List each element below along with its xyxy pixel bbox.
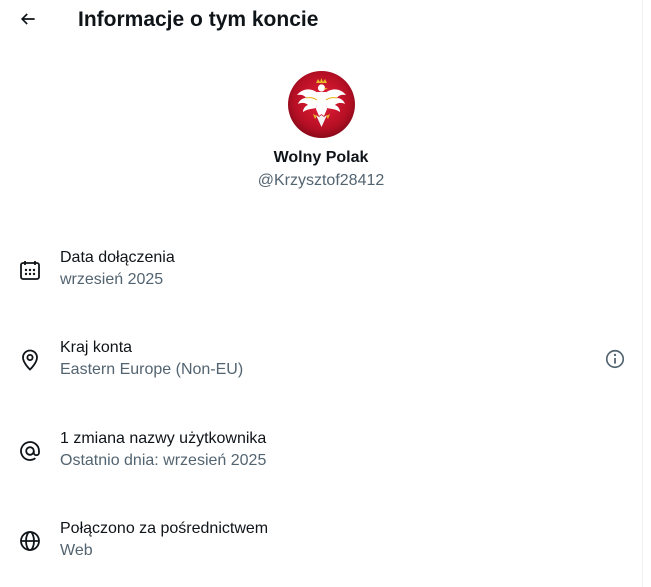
connected-via-label: Połączono za pośrednictwem: [60, 520, 269, 537]
detail-row-username-changes: 1 zmiana nazwy użytkownika Ostatnio dnia…: [0, 429, 642, 489]
page-title: Informacje o tym koncie: [78, 8, 319, 31]
arrow-left-icon: [20, 13, 35, 25]
info-icon[interactable]: [604, 348, 626, 370]
detail-row-connected-via: Połączono za pośrednictwem Web: [0, 519, 642, 579]
username-changes-label: 1 zmiana nazwy użytkownika: [60, 430, 267, 447]
account-country-value: Eastern Europe (Non-EU): [60, 361, 244, 378]
calendar-icon: [20, 261, 40, 280]
polish-eagle-avatar: [288, 71, 355, 138]
display-name: Wolny Polak: [273, 149, 369, 166]
join-date-value: wrzesień 2025: [60, 271, 164, 288]
location-pin-icon: [22, 349, 38, 371]
user-handle: @Krzysztof28412: [257, 172, 385, 189]
avatar[interactable]: [288, 71, 355, 138]
page-header: Informacje o tym koncie: [0, 0, 642, 40]
at-sign-icon: [20, 441, 40, 461]
account-info-page: Informacje o tym koncie Wolny Polak @Krz…: [0, 0, 651, 587]
globe-icon: [20, 531, 40, 551]
back-button[interactable]: [14, 5, 42, 33]
column-divider: [642, 0, 643, 587]
connected-via-value: Web: [60, 542, 93, 559]
username-changes-value: Ostatnio dnia: wrzesień 2025: [60, 452, 267, 469]
detail-row-join-date: Data dołączenia wrzesień 2025: [0, 248, 642, 308]
account-country-label: Kraj konta: [60, 339, 133, 356]
join-date-label: Data dołączenia: [60, 249, 175, 266]
detail-row-account-country: Kraj konta Eastern Europe (Non-EU): [0, 338, 642, 398]
